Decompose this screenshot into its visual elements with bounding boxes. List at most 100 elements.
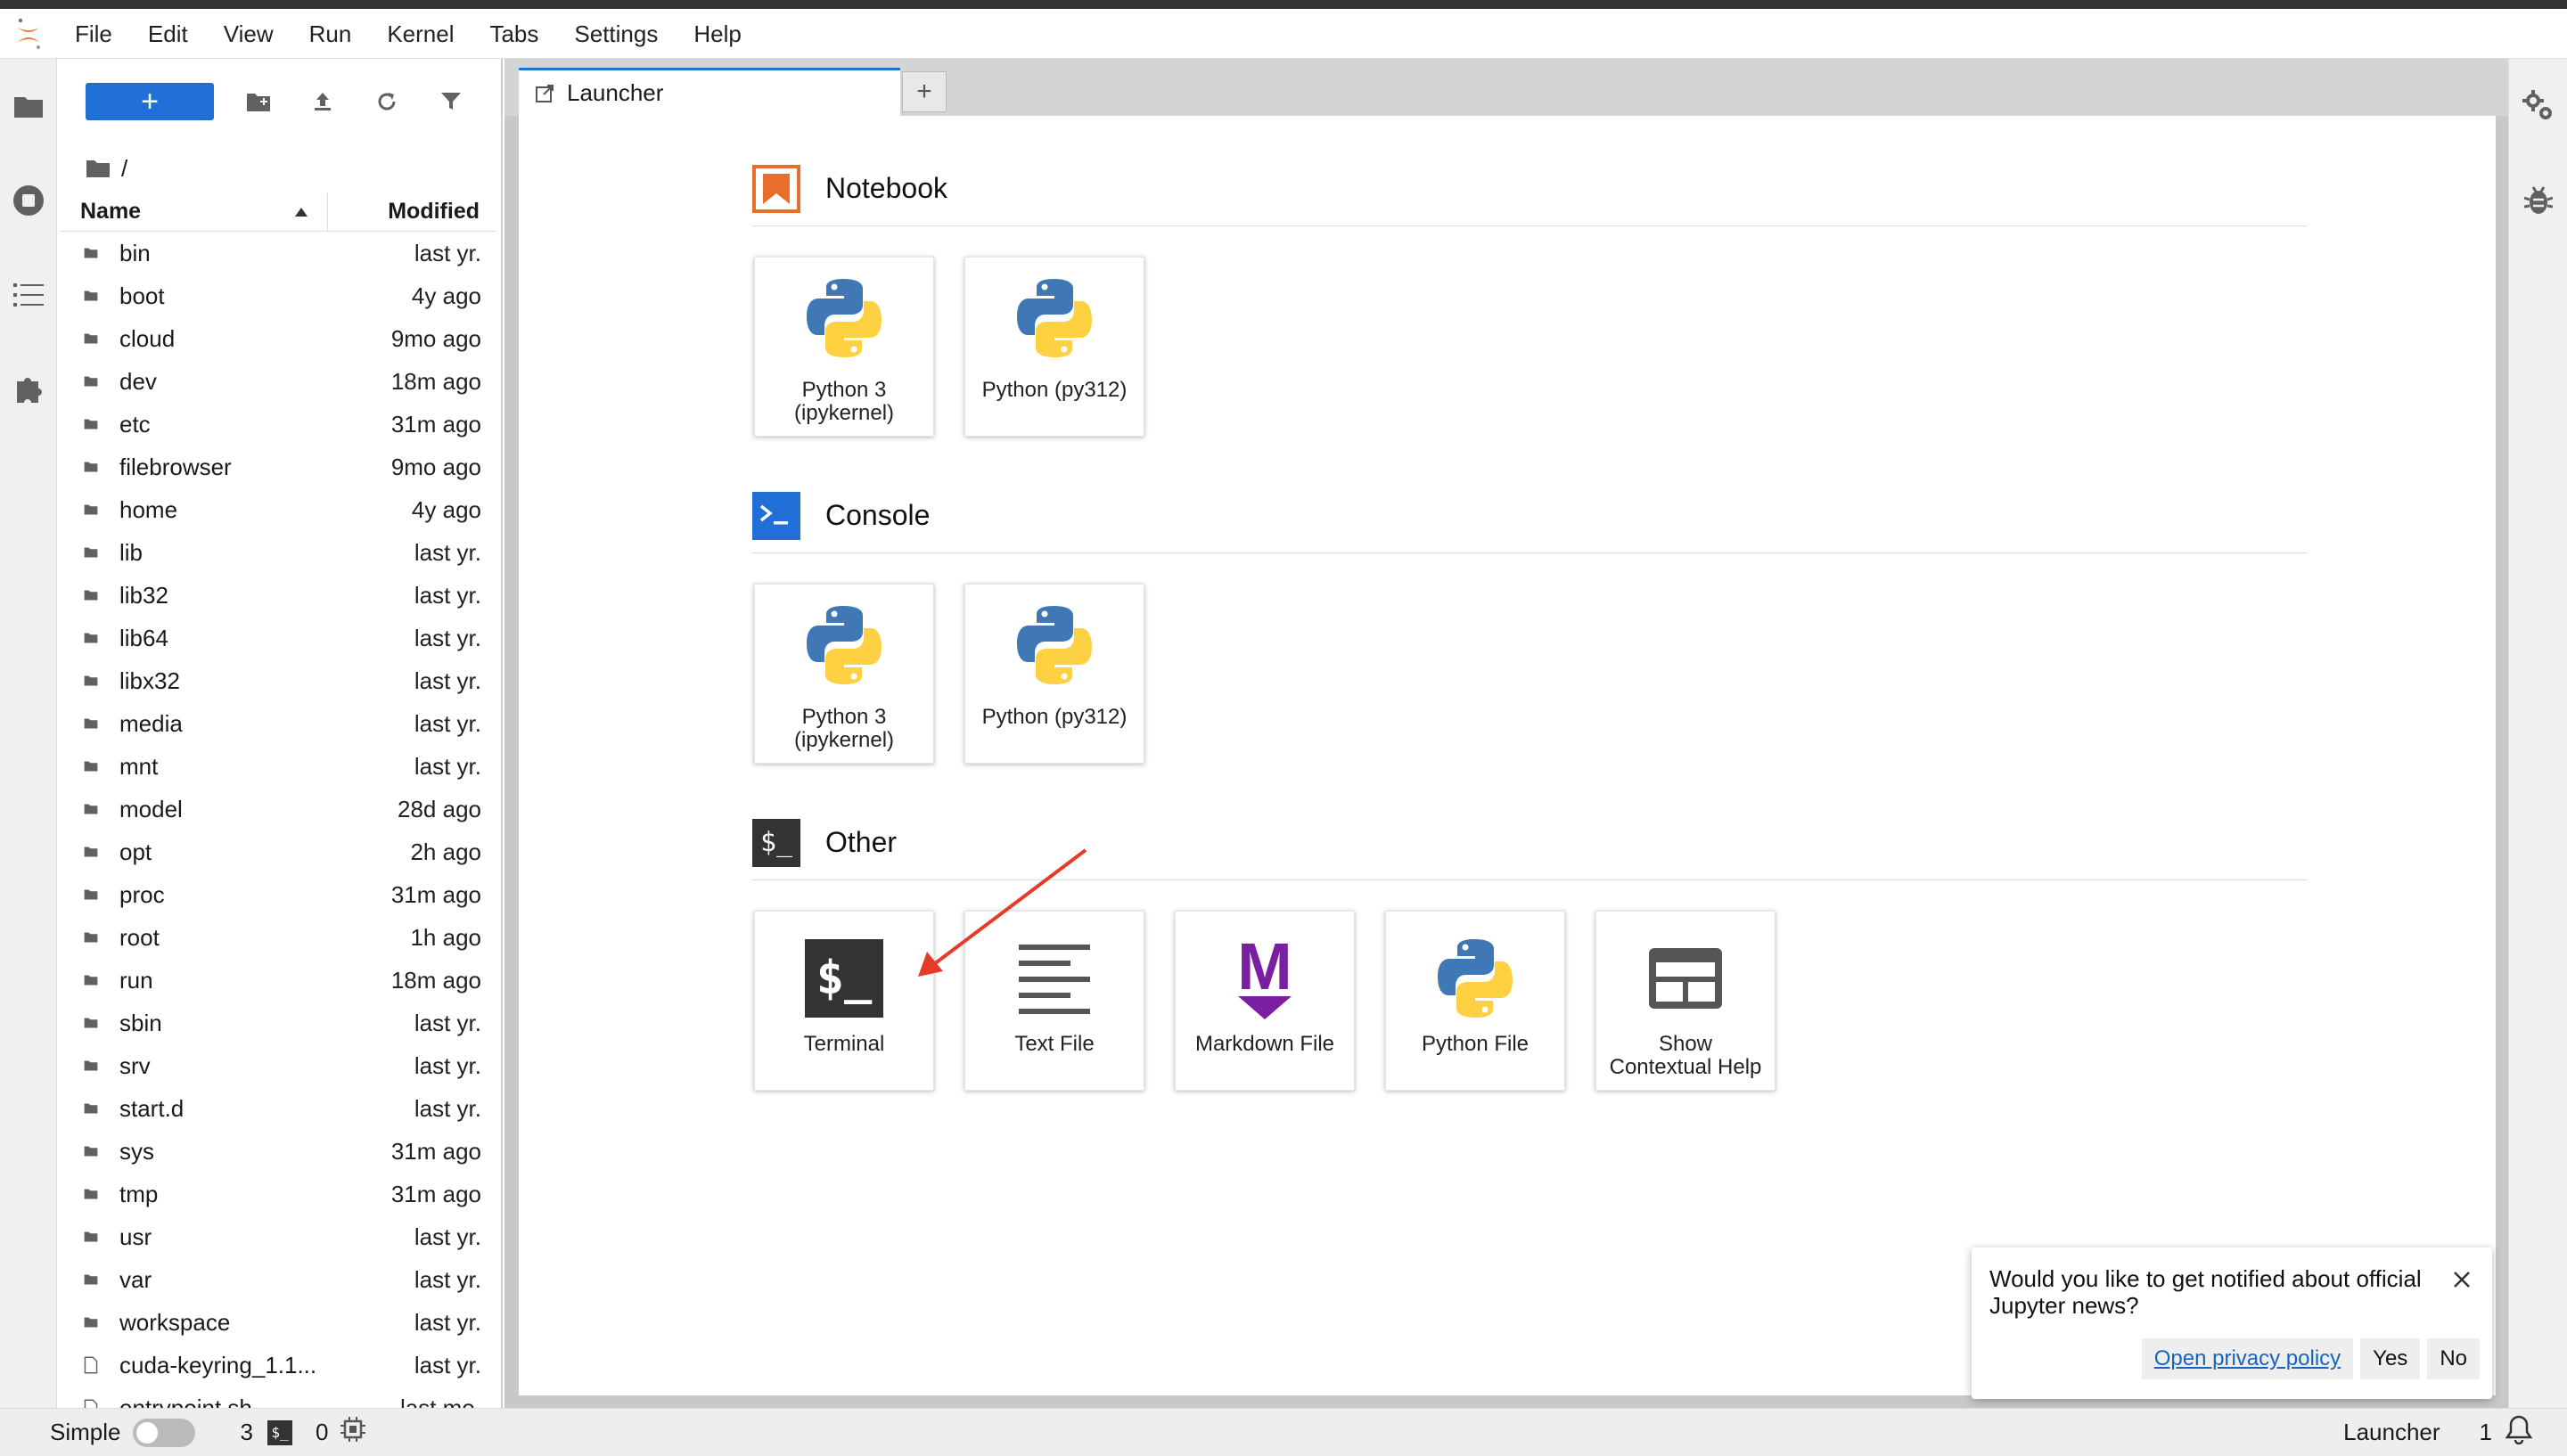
file-row[interactable]: bin last yr.: [57, 232, 501, 274]
extension-manager-icon[interactable]: [0, 342, 57, 437]
other-section-header: $_ Other: [752, 809, 2307, 880]
file-row[interactable]: boot 4y ago: [57, 274, 501, 317]
file-row[interactable]: workspace last yr.: [57, 1301, 501, 1344]
notification-message: Would you like to get notified about off…: [1989, 1265, 2422, 1319]
notebook-section-title: Notebook: [825, 172, 947, 204]
file-row[interactable]: usr last yr.: [57, 1215, 501, 1258]
file-modified: last yr.: [414, 581, 481, 609]
table-of-contents-icon[interactable]: [0, 248, 57, 342]
file-name: libx32: [119, 667, 180, 694]
open-privacy-policy-link[interactable]: Open privacy policy: [2141, 1338, 2354, 1379]
file-name: filebrowser: [119, 453, 232, 480]
text-file-card[interactable]: Text File: [964, 911, 1144, 1091]
bell-icon[interactable]: [2505, 1414, 2533, 1451]
file-name: workspace: [119, 1308, 231, 1336]
file-row[interactable]: libx32 last yr.: [57, 659, 501, 702]
menu-edit[interactable]: Edit: [130, 9, 206, 59]
new-launcher-button[interactable]: +: [86, 83, 214, 120]
console-python-py312-card[interactable]: Python (py312): [964, 584, 1144, 764]
python-file-card[interactable]: Python File: [1385, 911, 1565, 1091]
terminal-count[interactable]: 3: [240, 1419, 252, 1446]
folder-icon: [57, 715, 98, 732]
add-tab-button[interactable]: +: [902, 71, 947, 112]
folder-icon: [57, 1185, 98, 1203]
file-modified: last yr.: [414, 1265, 481, 1293]
console-section-icon: [752, 491, 800, 540]
menu-kernel[interactable]: Kernel: [369, 9, 472, 59]
main-dock-area: Launcher + Notebook Python 3 (ipykernel)…: [504, 59, 2508, 1408]
menu-run[interactable]: Run: [291, 9, 370, 59]
debugger-icon[interactable]: [2509, 153, 2567, 248]
name-column-header[interactable]: Name: [61, 192, 328, 231]
kernel-count[interactable]: 0: [316, 1419, 328, 1446]
file-row[interactable]: cloud 9mo ago: [57, 317, 501, 360]
home-folder-icon[interactable]: [86, 159, 111, 178]
file-row[interactable]: lib64 last yr.: [57, 617, 501, 659]
file-row[interactable]: tmp 31m ago: [57, 1173, 501, 1215]
new-folder-icon[interactable]: [226, 83, 291, 120]
file-modified: 1h ago: [410, 923, 481, 951]
menu-bar: File Edit View Run Kernel Tabs Settings …: [0, 9, 2567, 59]
file-row[interactable]: lib last yr.: [57, 531, 501, 574]
file-row[interactable]: run 18m ago: [57, 959, 501, 1002]
menu-tabs[interactable]: Tabs: [472, 9, 556, 59]
file-row[interactable]: sbin last yr.: [57, 1002, 501, 1044]
file-browser-tab-icon[interactable]: [0, 59, 57, 153]
terminal-card[interactable]: $_ Terminal: [754, 911, 934, 1091]
card-label: Markdown File: [1194, 1032, 1335, 1056]
file-row[interactable]: mnt last yr.: [57, 745, 501, 788]
refresh-icon[interactable]: [355, 83, 419, 120]
breadcrumb-root[interactable]: /: [121, 155, 127, 183]
property-inspector-icon[interactable]: [2509, 59, 2567, 153]
markdown-file-card[interactable]: M Markdown File: [1175, 911, 1355, 1091]
file-row[interactable]: lib32 last yr.: [57, 574, 501, 617]
menu-view[interactable]: View: [206, 9, 291, 59]
file-row[interactable]: filebrowser 9mo ago: [57, 446, 501, 488]
yes-button[interactable]: Yes: [2360, 1338, 2421, 1379]
file-name: lib64: [119, 624, 168, 651]
file-row[interactable]: sys 31m ago: [57, 1130, 501, 1173]
file-row[interactable]: root 1h ago: [57, 916, 501, 959]
close-icon[interactable]: [2446, 1264, 2478, 1296]
file-row[interactable]: home 4y ago: [57, 488, 501, 531]
file-row[interactable]: entrypoint.sh last mo.: [57, 1386, 501, 1408]
file-row[interactable]: proc 31m ago: [57, 873, 501, 916]
no-button[interactable]: No: [2427, 1338, 2480, 1379]
python-icon: [1438, 939, 1513, 1018]
file-name: lib32: [119, 581, 168, 609]
filter-icon[interactable]: [419, 83, 483, 120]
console-python3-ipykernel-card[interactable]: Python 3 (ipykernel): [754, 584, 934, 764]
file-icon: [57, 1354, 98, 1377]
menu-settings[interactable]: Settings: [556, 9, 676, 59]
file-modified: last mo.: [399, 1394, 481, 1409]
folder-icon: [57, 544, 98, 561]
file-row[interactable]: media last yr.: [57, 702, 501, 745]
file-row[interactable]: dev 18m ago: [57, 360, 501, 403]
file-row[interactable]: var last yr.: [57, 1258, 501, 1301]
file-modified: last yr.: [414, 1094, 481, 1122]
upload-icon[interactable]: [291, 83, 355, 120]
file-row[interactable]: model 28d ago: [57, 788, 501, 830]
launcher-panel: Notebook Python 3 (ipykernel) Python (py…: [519, 116, 2496, 1395]
tab-launcher[interactable]: Launcher: [519, 68, 900, 116]
running-sessions-icon[interactable]: [0, 153, 57, 248]
notebook-python3-ipykernel-card[interactable]: Python 3 (ipykernel): [754, 257, 934, 437]
menu-file[interactable]: File: [57, 9, 130, 59]
notebook-python-py312-card[interactable]: Python (py312): [964, 257, 1144, 437]
file-modified: 31m ago: [390, 1180, 481, 1207]
python-icon: [1017, 279, 1092, 357]
simple-mode-toggle[interactable]: [133, 1418, 196, 1447]
file-row[interactable]: cuda-keyring_1.1... last yr.: [57, 1344, 501, 1386]
card-label: Terminal: [803, 1032, 885, 1056]
contextual-help-card[interactable]: Show Contextual Help: [1595, 911, 1776, 1091]
file-name: bin: [119, 239, 151, 266]
notification-count[interactable]: 1: [2480, 1419, 2492, 1446]
file-row[interactable]: srv last yr.: [57, 1044, 501, 1087]
file-modified: last yr.: [414, 624, 481, 651]
modified-column-header[interactable]: Modified: [328, 199, 496, 225]
menu-help[interactable]: Help: [676, 9, 759, 59]
file-row[interactable]: start.d last yr.: [57, 1087, 501, 1130]
file-row[interactable]: etc 31m ago: [57, 403, 501, 446]
file-row[interactable]: opt 2h ago: [57, 830, 501, 873]
python-icon: [807, 606, 882, 684]
